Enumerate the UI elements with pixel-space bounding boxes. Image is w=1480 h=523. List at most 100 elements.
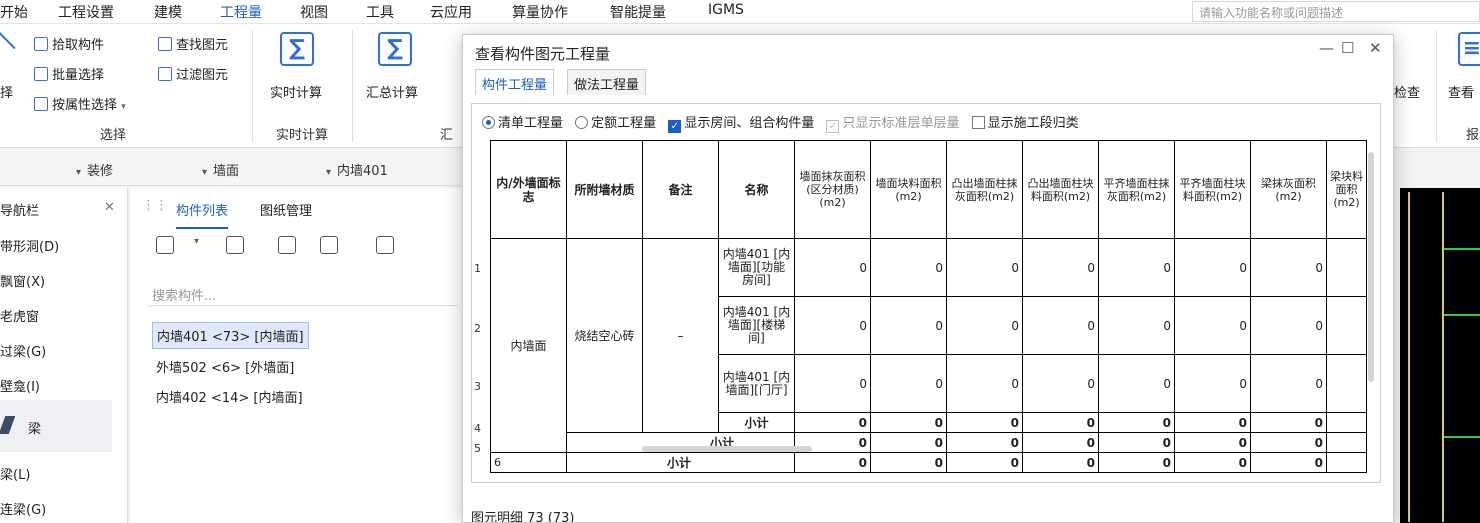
menu-quantities[interactable]: 工程量: [220, 2, 262, 26]
row-number-cell: 6: [490, 452, 567, 473]
component-dropdown[interactable]: ▾ 内墙401: [326, 160, 388, 179]
pick-component-button[interactable]: 拾取构件: [34, 34, 104, 53]
minimize-icon[interactable]: —: [1319, 39, 1334, 57]
column-header[interactable]: 墙面抹灰面积(区分材质)(m2): [794, 140, 871, 239]
realtime-calc-button[interactable]: 实时计算: [270, 82, 322, 101]
list-item[interactable]: 内墙401 <73> [内墙面]: [152, 322, 309, 349]
dropdown-arrow-icon: ▾: [202, 167, 208, 178]
std-floor-checkbox: ✓ 只显示标准层单层量: [826, 112, 959, 133]
tab-component-list[interactable]: 构件列表: [176, 200, 229, 229]
type-dropdown[interactable]: ▾ 墙面: [202, 160, 239, 179]
menu-smart-extract[interactable]: 智能提量: [610, 2, 666, 22]
column-header[interactable]: 备注: [642, 140, 719, 239]
drawing-canvas[interactable]: [1400, 188, 1480, 523]
layer-copy-icon[interactable]: [320, 236, 338, 254]
horizontal-scrollbar[interactable]: [642, 446, 812, 452]
column-header[interactable]: 平齐墙面柱抹灰面积(m2): [1098, 140, 1175, 239]
show-rooms-checkbox[interactable]: ✓ 显示房间、组合构件量: [668, 112, 814, 133]
value-cell: 0: [1022, 354, 1099, 413]
column-header[interactable]: 名称: [718, 140, 795, 239]
view-report-icon[interactable]: ≡: [1458, 32, 1480, 66]
select-button-clip[interactable]: 择: [0, 82, 13, 101]
value-cell: [1326, 354, 1367, 413]
nav-item[interactable]: 壁龛(I): [0, 376, 40, 395]
menu-tools[interactable]: 工具: [366, 2, 394, 22]
column-header[interactable]: 墙面块料面积(m2): [870, 140, 947, 239]
nav-title: 导航栏: [0, 204, 40, 219]
nav-item[interactable]: 过梁(G): [0, 341, 46, 360]
value-cell: 0: [794, 296, 871, 355]
value-cell: 0: [1250, 354, 1327, 413]
column-header[interactable]: 梁块料面积(m2): [1326, 140, 1367, 239]
menu-collab[interactable]: 算量协作: [512, 2, 568, 22]
element-detail-label: 图元明细 73 (73): [471, 511, 575, 523]
checkbox-empty-icon: [971, 116, 985, 129]
column-header[interactable]: 梁抹灰面积(m2): [1250, 140, 1327, 239]
menu-start[interactable]: 开始: [0, 2, 28, 22]
row-number: 1: [474, 262, 481, 275]
category-dropdown[interactable]: ▾ 装修: [76, 160, 113, 179]
tab-component-qty[interactable]: 构件工程量: [475, 69, 555, 95]
close-icon[interactable]: ✕: [104, 200, 115, 215]
close-icon[interactable]: ✕: [1369, 39, 1382, 57]
column-header[interactable]: 平齐墙面柱块料面积(m2): [1174, 140, 1251, 239]
show-stage-checkbox[interactable]: 显示施工段归类: [971, 112, 1079, 131]
save-icon[interactable]: [376, 236, 394, 254]
select-by-attr-button[interactable]: 按属性选择 ▾: [34, 94, 126, 113]
menu-cloud-apps[interactable]: 云应用: [430, 2, 472, 22]
batch-select-button[interactable]: 批量选择: [34, 64, 104, 83]
quantity-table: 内/外墙面标志 所附墙材质 备注 名称 墙面抹灰面积(区分材质)(m2) 墙面块…: [490, 140, 1367, 473]
dropdown-arrow-icon: ▾: [76, 167, 82, 178]
component-search-input[interactable]: 搜索构件...: [148, 280, 458, 306]
tab-method-qty[interactable]: 做法工程量: [567, 69, 647, 95]
table-row[interactable]: 小计 0 0 0 0 0 0 0: [491, 432, 1367, 453]
list-item[interactable]: 内墙402 <14> [内墙面]: [152, 384, 307, 409]
wall-flag-cell: 内墙面: [490, 238, 567, 453]
value-cell: 0: [1098, 452, 1175, 473]
table-row[interactable]: 内墙面 烧结空心砖 – 内墙401 [内墙面][功能房间] 0 0 0 0 0 …: [490, 238, 1367, 453]
table-row[interactable]: 6 小计 0 0 0 0 0 0 0: [490, 452, 1367, 473]
list-item[interactable]: 外墙502 <6> [外墙面]: [152, 354, 298, 379]
value-cell: 0: [870, 354, 947, 413]
nav-group-beam[interactable]: [0, 400, 112, 452]
name-cell: 内墙401 [内墙面][门厅]: [718, 354, 795, 413]
value-cell: 0: [794, 412, 871, 433]
delete-icon[interactable]: [278, 236, 296, 254]
tab-drawing-management[interactable]: 图纸管理: [260, 200, 312, 219]
nav-item[interactable]: 梁(L): [0, 464, 30, 483]
vertical-scrollbar[interactable]: [1368, 152, 1374, 382]
column-header[interactable]: 凸出墙面柱抹灰面积(m2): [946, 140, 1023, 239]
column-header[interactable]: 内/外墙面标志: [490, 140, 567, 239]
menu-modeling[interactable]: 建模: [154, 2, 182, 22]
function-search-input[interactable]: 请输入功能名称或问题描述: [1192, 1, 1480, 22]
drag-handle-icon[interactable]: ⋮⋮: [142, 198, 168, 213]
menu-igms[interactable]: IGMS: [708, 2, 744, 18]
filter-element-button[interactable]: 过滤图元: [158, 64, 228, 83]
column-header[interactable]: 凸出墙面柱块料面积(m2): [1022, 140, 1099, 239]
value-cell: 0: [1174, 296, 1251, 355]
nav-item[interactable]: 飘窗(X): [0, 271, 45, 290]
nav-item[interactable]: 老虎窗: [0, 306, 39, 325]
realtime-calc-icon[interactable]: ∑: [280, 32, 314, 66]
find-element-button[interactable]: 查找图元: [158, 34, 228, 53]
value-cell: 0: [794, 354, 871, 413]
menu-view[interactable]: 视图: [300, 2, 328, 22]
value-cell: 0: [1250, 296, 1327, 355]
list-qty-radio[interactable]: 清单工程量: [482, 112, 563, 131]
summary-calc-icon[interactable]: ∑: [378, 32, 412, 66]
value-cell: 0: [1174, 412, 1251, 433]
summary-group-label: 汇: [440, 128, 454, 143]
menu-project-settings[interactable]: 工程设置: [58, 2, 114, 22]
column-header[interactable]: 所附墙材质: [566, 140, 643, 239]
maximize-icon[interactable]: ☐: [1341, 39, 1354, 57]
check-button[interactable]: 检查: [1394, 82, 1420, 101]
value-cell: [1326, 238, 1367, 297]
nav-item[interactable]: 连梁(G): [0, 499, 46, 518]
view-button[interactable]: 查看: [1448, 82, 1474, 101]
copy-icon[interactable]: [226, 236, 244, 254]
summary-calc-button[interactable]: 汇总计算: [366, 82, 418, 101]
dropdown-arrow-icon[interactable]: ▾: [194, 236, 199, 247]
new-icon[interactable]: [156, 236, 174, 254]
nav-item[interactable]: 带形洞(D): [0, 236, 59, 255]
quota-qty-radio[interactable]: 定额工程量: [575, 112, 656, 131]
